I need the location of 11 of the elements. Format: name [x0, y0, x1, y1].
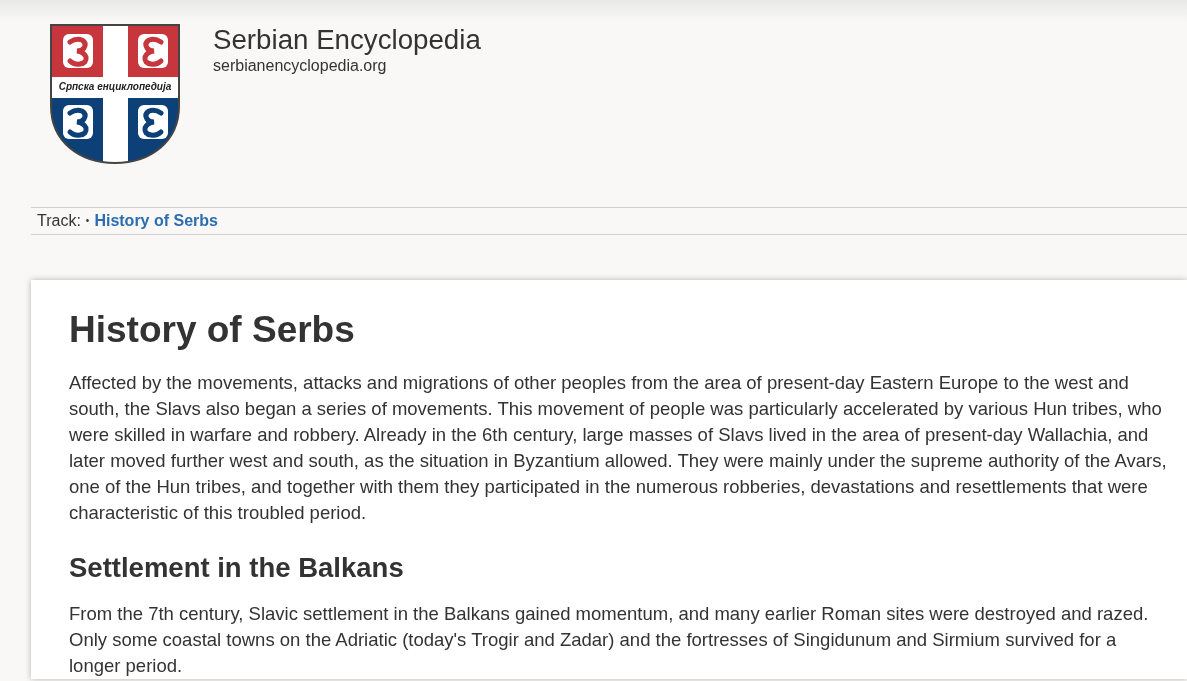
- site-url: serbianencyclopedia.org: [213, 56, 387, 76]
- breadcrumb-label: Track:: [37, 211, 81, 231]
- article-paragraph: From the 7th century, Slavic settlement in the Balkans gained momentum, and many earlier Roman sites were destroyed and razed. Only some coastal towns on the Adriatic (today's Trogir and Zadar) and the fortresses of Singidunum and Sirmium survived for a longer period.: [69, 602, 1150, 678]
- logo-caption: Српска енциклопедија: [57, 80, 173, 94]
- shield-logo[interactable]: [48, 22, 182, 166]
- breadcrumb-link[interactable]: History of Serbs: [94, 208, 218, 234]
- article-title: History of Serbs: [69, 310, 356, 350]
- site-title[interactable]: Serbian Encyclopedia: [213, 23, 481, 56]
- article-paragraph: Affected by the movements, attacks and migrations of other peoples from the area of present-day Eastern Europe to the west and south, the Slavs also began a series of movements. This movement of people was particularly accelerated by various Hun tribes, who were skilled in warfare and robbery. Already in the 6th century, large masses of Slavs lived in the area of present-day Wallachia, and later moved further west and south, as the situation in Byzantium allowed. They were mainly under the supreme authority of the Avars, one of the Hun tribes, and together with them they participated in the numerous robberies, devastations and resettlements that were characteristic of this troubled period.: [69, 371, 1167, 525]
- section-heading: Settlement in the Balkans: [69, 552, 405, 584]
- breadcrumb-separator: •: [85, 214, 90, 228]
